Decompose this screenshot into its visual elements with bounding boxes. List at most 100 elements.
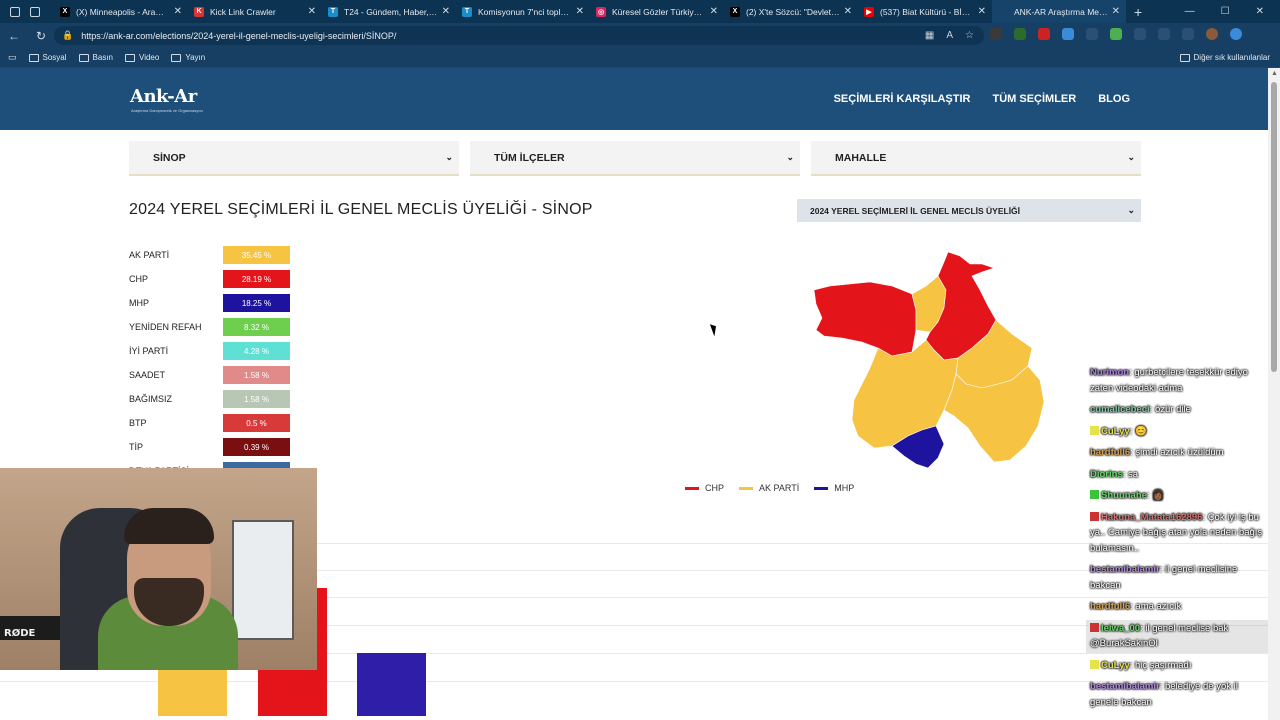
chat-text: hiç şaşırmadı bbox=[1134, 659, 1192, 671]
party-name: BAĞIMSIZ bbox=[129, 394, 173, 404]
province-select-value[interactable]: SİNOP bbox=[153, 152, 186, 164]
chevron-down-icon[interactable]: ⌄ bbox=[445, 152, 453, 163]
tab-close-icon[interactable]: ✕ bbox=[308, 6, 316, 17]
menu-compare-elections[interactable]: SEÇİMLERİ KARŞILAŞTIR bbox=[834, 93, 971, 105]
folder-icon bbox=[125, 53, 135, 62]
copilot-icon[interactable] bbox=[1230, 28, 1242, 40]
bookmark-folder[interactable]: Video bbox=[125, 53, 159, 62]
bookmark-folder[interactable]: Yayın bbox=[171, 53, 205, 62]
tab-title[interactable]: Kick Link Crawler bbox=[210, 7, 304, 17]
election-select[interactable]: 2024 YEREL SEÇİMLERİ İL GENEL MECLİS ÜYE… bbox=[797, 199, 1141, 222]
tab-actions-icon[interactable] bbox=[30, 6, 40, 17]
collections-icon[interactable] bbox=[1182, 28, 1194, 40]
chat-badge-icon bbox=[1090, 425, 1099, 435]
map-district-ayancik[interactable] bbox=[813, 281, 917, 357]
webcam-mic-logo: RØDE bbox=[4, 628, 36, 639]
lock-icon[interactable]: 🔒 bbox=[62, 30, 73, 41]
bookmark-label[interactable]: Video bbox=[139, 53, 159, 62]
party-name: CHP bbox=[129, 274, 149, 284]
bookmark-folder[interactable]: Sosyal bbox=[28, 53, 67, 62]
url-text[interactable]: https://ank-ar.com/elections/2024-yerel-… bbox=[81, 31, 396, 41]
browser-tab[interactable]: T T24 - Gündem, Haber, Son ✕ bbox=[322, 0, 456, 23]
page-scrollbar[interactable]: ▲ bbox=[1268, 68, 1280, 720]
minimize-icon[interactable]: — bbox=[1185, 6, 1195, 17]
tab-close-icon[interactable]: ✕ bbox=[442, 6, 450, 17]
browser-tab[interactable]: ◎ Küresel Gözler Türkiye'de ✕ bbox=[590, 0, 724, 23]
tab-close-icon[interactable]: ✕ bbox=[844, 6, 852, 17]
tab-close-icon[interactable]: ✕ bbox=[174, 6, 182, 17]
tab-favicon-icon: X bbox=[60, 6, 70, 17]
tab-close-icon[interactable]: ✕ bbox=[576, 6, 584, 17]
bookmark-label[interactable]: Basın bbox=[93, 53, 113, 62]
tab-title[interactable]: (X) Minneapolis - Arama / bbox=[76, 7, 170, 17]
party-name: TİP bbox=[129, 442, 144, 452]
url-field[interactable]: 🔒 https://ank-ar.com/elections/2024-yere… bbox=[54, 26, 984, 45]
extension-icon[interactable] bbox=[990, 28, 1002, 40]
browser-tab[interactable]: X (2) X'te Sözcü: "Devletin y ✕ bbox=[724, 0, 858, 23]
province-select[interactable]: SİNOP ⌄ bbox=[129, 141, 459, 176]
profile-avatar[interactable] bbox=[1206, 28, 1218, 40]
scrollbar-thumb[interactable] bbox=[1271, 82, 1277, 372]
chart-bar-mhp[interactable] bbox=[357, 653, 426, 716]
favorite-star-icon[interactable]: ☆ bbox=[965, 30, 974, 41]
new-tab-icon[interactable]: + bbox=[1126, 4, 1150, 20]
tab-title[interactable]: Küresel Gözler Türkiye'de bbox=[612, 7, 706, 17]
legend-item[interactable]: AK PARTİ bbox=[739, 483, 799, 493]
other-bookmarks[interactable]: Diğer sık kullanılanlar bbox=[1179, 53, 1270, 62]
extension-icon[interactable] bbox=[1062, 28, 1074, 40]
chart-bar-ak-parti[interactable] bbox=[158, 667, 227, 716]
district-select[interactable]: TÜM İLÇELER ⌄ bbox=[470, 141, 800, 176]
extension-icon[interactable] bbox=[1038, 28, 1050, 40]
other-bookmarks-label[interactable]: Diğer sık kullanılanlar bbox=[1194, 53, 1270, 62]
party-results-list: AK PARTİ 35.45 % CHP 28.19 % MHP 18.25 % YENİD… bbox=[129, 243, 290, 483]
menu-all-elections[interactable]: TÜM SEÇİMLER bbox=[992, 93, 1076, 105]
refresh-icon[interactable]: ↻ bbox=[36, 29, 46, 43]
bookmark-label[interactable]: Yayın bbox=[185, 53, 205, 62]
browser-tab[interactable]: T Komisyonun 7'nci toplantı ✕ bbox=[456, 0, 590, 23]
extension-icon[interactable] bbox=[1110, 28, 1122, 40]
bookmark-label[interactable]: Sosyal bbox=[43, 53, 67, 62]
tab-close-icon[interactable]: ✕ bbox=[710, 6, 718, 17]
browser-tab[interactable]: ▶ (537) Biat Kültürü - BİATÇ ✕ bbox=[858, 0, 992, 23]
bookmark-folder[interactable]: Basın bbox=[78, 53, 113, 62]
scroll-up-icon[interactable]: ▲ bbox=[1271, 70, 1278, 77]
back-icon[interactable]: ← bbox=[8, 29, 20, 43]
party-percent-badge: 0.5 % bbox=[223, 414, 290, 432]
tab-title[interactable]: Komisyonun 7'nci toplantı bbox=[478, 7, 572, 17]
chevron-down-icon[interactable]: ⌄ bbox=[1127, 205, 1135, 216]
tab-title[interactable]: ANK-AR Araştırma Merkez bbox=[1014, 7, 1108, 17]
browser-tab[interactable]: K Kick Link Crawler ✕ bbox=[188, 0, 322, 23]
workspaces-icon[interactable] bbox=[10, 6, 20, 17]
chevron-down-icon[interactable]: ⌄ bbox=[786, 152, 794, 163]
party-name: İYİ PARTİ bbox=[129, 346, 169, 356]
tab-title[interactable]: (537) Biat Kültürü - BİATÇ bbox=[880, 7, 974, 17]
map-legend: CHP AK PARTİ MHP bbox=[685, 483, 854, 493]
tab-close-icon[interactable]: ✕ bbox=[978, 6, 986, 17]
neighborhood-select-value[interactable]: MAHALLE bbox=[835, 152, 886, 164]
site-header: Ank-Ar Araştırma Danışmanlık ve Organiza… bbox=[0, 68, 1268, 130]
tab-favicon-icon: ▶ bbox=[864, 6, 874, 17]
legend-item[interactable]: CHP bbox=[685, 483, 724, 493]
district-select-value[interactable]: TÜM İLÇELER bbox=[494, 152, 565, 164]
maximize-icon[interactable]: ☐ bbox=[1221, 6, 1230, 17]
chat-badge-icon bbox=[1090, 659, 1099, 669]
read-aloud-icon[interactable]: A bbox=[946, 30, 953, 41]
apps-icon[interactable]: ▦ bbox=[925, 30, 934, 41]
browser-tab[interactable]: X (X) Minneapolis - Arama / ✕ bbox=[54, 0, 188, 23]
election-select-value[interactable]: 2024 YEREL SEÇİMLERİ İL GENEL MECLİS ÜYE… bbox=[810, 206, 1020, 216]
close-window-icon[interactable]: ✕ bbox=[1256, 6, 1264, 17]
extension-icon[interactable] bbox=[1014, 28, 1026, 40]
extension-icon[interactable] bbox=[1086, 28, 1098, 40]
extension-icon[interactable] bbox=[1134, 28, 1146, 40]
bookmark-apps-icon[interactable]: ▭ bbox=[8, 52, 17, 63]
browser-tab[interactable]: ANK-AR Araştırma Merkez ✕ bbox=[992, 0, 1126, 23]
menu-blog[interactable]: BLOG bbox=[1098, 93, 1130, 105]
neighborhood-select[interactable]: MAHALLE ⌄ bbox=[811, 141, 1141, 176]
tab-close-icon[interactable]: ✕ bbox=[1112, 6, 1120, 17]
tab-title[interactable]: (2) X'te Sözcü: "Devletin y bbox=[746, 7, 840, 17]
tab-title[interactable]: T24 - Gündem, Haber, Son bbox=[344, 7, 438, 17]
site-logo[interactable]: Ank-Ar bbox=[130, 86, 197, 107]
legend-item[interactable]: MHP bbox=[814, 483, 854, 493]
favorites-icon[interactable] bbox=[1158, 28, 1170, 40]
chevron-down-icon[interactable]: ⌄ bbox=[1127, 152, 1135, 163]
